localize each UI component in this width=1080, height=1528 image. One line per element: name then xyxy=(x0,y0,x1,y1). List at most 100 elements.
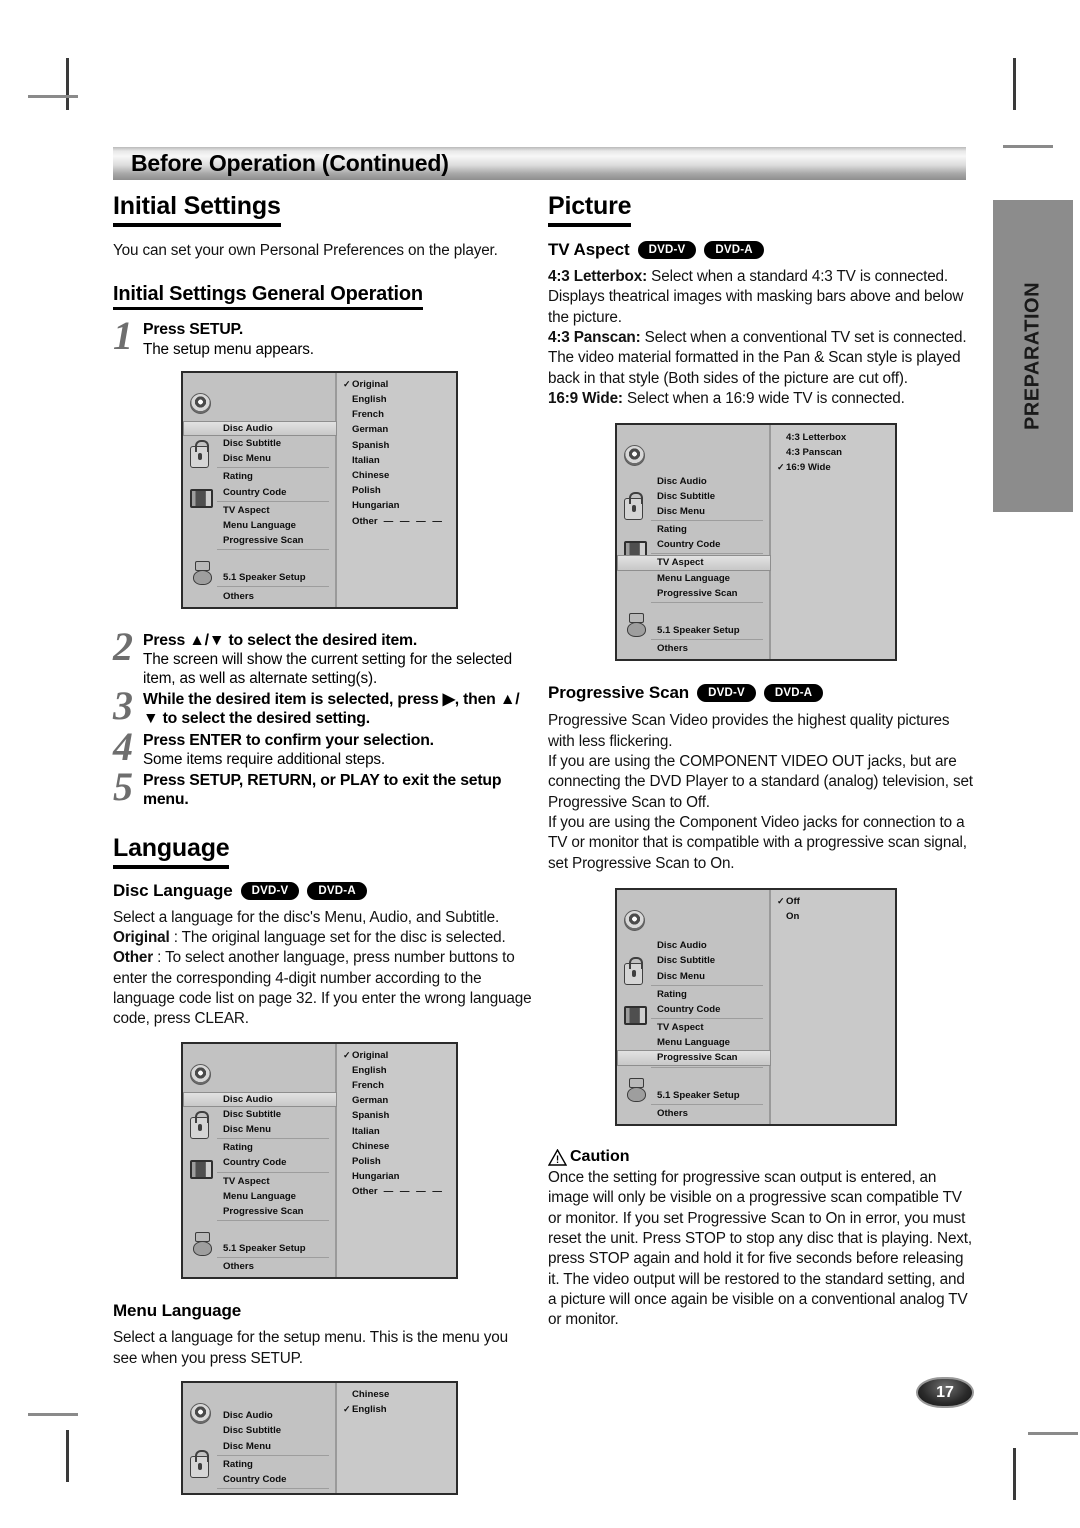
osd-item-country-code[interactable]: Country Code xyxy=(183,484,335,499)
osd-item-country-code[interactable]: Country Code xyxy=(617,1002,769,1017)
osd-item-tv-aspect[interactable]: TV Aspect xyxy=(183,503,335,518)
osd-item-progressive-scan[interactable]: Progressive Scan xyxy=(617,586,769,601)
osd-item-disc-subtitle[interactable]: Disc Subtitle xyxy=(617,953,769,968)
crop-mark-bottom-left-vertical xyxy=(66,1430,69,1482)
osd-item-others[interactable]: Others xyxy=(617,1106,769,1121)
step-3: 3 While the desired item is selected, pr… xyxy=(113,686,533,729)
heading-menu-language: Menu Language xyxy=(113,1301,242,1321)
osd-item-country-code[interactable]: Country Code xyxy=(183,1472,335,1487)
osd-menu-list: Disc Audio Disc Subtitle Disc Menu Ratin… xyxy=(617,425,771,660)
check-icon: ✓ xyxy=(777,461,785,472)
osd-menu-list: Disc Audio Disc Subtitle Disc Menu Ratin… xyxy=(617,890,771,1124)
osd-item-rating[interactable]: Rating xyxy=(617,522,769,537)
osd-item-country-code[interactable]: Country Code xyxy=(617,537,769,552)
osd-item-speaker-setup[interactable]: 5.1 Speaker Setup xyxy=(617,1088,769,1103)
osd-option: French xyxy=(352,409,384,421)
osd-item-rating[interactable]: Rating xyxy=(183,1457,335,1472)
caution-block: Caution Once the setting for progressive… xyxy=(547,1147,976,1331)
osd-option: Chinese xyxy=(352,1140,390,1152)
osd-item-disc-menu[interactable]: Disc Menu xyxy=(183,1122,335,1137)
osd-item-tv-aspect[interactable]: TV Aspect xyxy=(617,1020,769,1035)
progressive-scan-body: Progressive Scan Video provides the high… xyxy=(548,712,973,872)
osd-option: Polish xyxy=(352,1155,381,1167)
other-label: Other xyxy=(113,949,154,967)
disc-icon xyxy=(624,910,645,932)
check-icon: ✓ xyxy=(343,1049,351,1060)
osd-item-rating[interactable]: Rating xyxy=(183,1140,335,1155)
step-1-heading: Press SETUP. xyxy=(143,321,244,339)
step-1-number: 1 xyxy=(113,313,133,359)
caution-body: Once the setting for progressive scan ou… xyxy=(548,1168,973,1329)
tv-aspect-wide: 16:9 Wide: Select when a 16:9 wide TV is… xyxy=(548,389,976,409)
osd-option: Chinese xyxy=(352,469,390,481)
osd-item-menu-language[interactable]: Menu Language xyxy=(183,518,335,533)
heading-initial-settings: Initial Settings xyxy=(113,192,281,227)
osd-item-speaker-setup[interactable]: 5.1 Speaker Setup xyxy=(183,570,335,585)
heading-language: Language xyxy=(113,834,230,869)
osd-item-rating[interactable]: Rating xyxy=(617,987,769,1002)
osd-item-progressive-scan[interactable]: Progressive Scan xyxy=(183,533,335,548)
osd-item-country-code[interactable]: Country Code xyxy=(183,1155,335,1170)
osd-item-speaker-setup[interactable]: 5.1 Speaker Setup xyxy=(183,1241,335,1256)
osd-option: Polish xyxy=(352,485,381,497)
osd-item-tv-aspect[interactable]: TV Aspect xyxy=(617,555,771,571)
osd-menu-list: Disc Audio Disc Subtitle Disc Menu Ratin… xyxy=(183,372,337,607)
osd-item-menu-language[interactable]: Menu Language xyxy=(617,1035,769,1050)
osd-item-disc-audio[interactable]: Disc Audio xyxy=(617,938,769,953)
osd-item-disc-audio[interactable]: Disc Audio xyxy=(617,473,769,488)
warning-triangle-icon xyxy=(547,1148,568,1166)
step-4-number: 4 xyxy=(113,723,133,769)
osd-item-others[interactable]: Others xyxy=(617,641,769,656)
side-tab-label: PREPARATION xyxy=(1021,281,1044,431)
osd-menu-list: Disc Audio Disc Subtitle Disc Menu Ratin… xyxy=(183,1043,337,1278)
osd-item-disc-menu[interactable]: Disc Menu xyxy=(617,504,769,519)
osd-item-menu-language[interactable]: Menu Language xyxy=(617,571,769,586)
osd-item-speaker-setup[interactable]: 5.1 Speaker Setup xyxy=(617,623,769,638)
osd-item-disc-subtitle[interactable]: Disc Subtitle xyxy=(183,1423,335,1438)
crop-mark-bottom-left-horizontal xyxy=(28,1413,78,1416)
page-number-badge: 17 xyxy=(916,1377,974,1408)
osd-item-disc-subtitle[interactable]: Disc Subtitle xyxy=(183,1107,335,1122)
osd-item-disc-audio[interactable]: Disc Audio xyxy=(183,1408,335,1423)
osd-option: English xyxy=(352,1064,387,1076)
osd-item-menu-language[interactable]: Menu Language xyxy=(183,1189,335,1204)
osd-divider xyxy=(217,549,329,551)
osd-item-progressive-scan[interactable]: Progressive Scan xyxy=(183,1204,335,1219)
osd-item-tv-aspect[interactable]: TV Aspect xyxy=(183,1174,335,1189)
crop-mark-top-left-horizontal xyxy=(28,95,78,98)
osd-option: Other — — — — xyxy=(352,515,444,527)
osd-option: ✓ 16:9 Wide xyxy=(777,461,831,473)
osd-item-disc-subtitle[interactable]: Disc Subtitle xyxy=(617,489,769,504)
osd-item-disc-menu[interactable]: Disc Menu xyxy=(617,968,769,983)
tv-aspect-letterbox: 4:3 Letterbox: Select when a standard 4:… xyxy=(548,267,976,328)
osd-item-disc-audio[interactable]: Disc Audio xyxy=(183,420,337,436)
osd-item-others[interactable]: Others xyxy=(183,588,335,603)
disc-language-label: Disc Language xyxy=(113,880,233,900)
osd-item-disc-menu[interactable]: Disc Menu xyxy=(183,1439,335,1454)
page-number: 17 xyxy=(936,1383,954,1401)
osd-option: Chinese xyxy=(352,1389,390,1401)
manual-page: Before Operation (Continued) PREPARATION… xyxy=(0,0,1080,1528)
osd-item-progressive-scan[interactable]: Progressive Scan xyxy=(617,1050,771,1066)
osd-option: Other — — — — xyxy=(352,1186,444,1198)
osd-divider xyxy=(217,500,329,502)
left-column: Initial Settings You can set your own Pe… xyxy=(113,192,533,1496)
caution-label: Caution xyxy=(570,1147,630,1165)
osd-item-disc-menu[interactable]: Disc Menu xyxy=(183,451,335,466)
osd-item-disc-audio[interactable]: Disc Audio xyxy=(183,1091,337,1107)
right-column: Picture TV Aspect DVD-V DVD-A 4:3 Letter… xyxy=(547,192,976,1331)
step-5-heading: Press SETUP, RETURN, or PLAY to exit the… xyxy=(143,771,502,809)
check-icon: ✓ xyxy=(343,378,351,389)
osd-option: ✓ Original xyxy=(343,1049,389,1061)
side-tab-preparation: PREPARATION xyxy=(993,200,1073,512)
osd-option-list: ✓ Original English French German Spanish … xyxy=(335,372,456,607)
crop-mark-top-left-vertical xyxy=(66,58,69,110)
osd-item-disc-subtitle[interactable]: Disc Subtitle xyxy=(183,436,335,451)
osd-item-others[interactable]: Others xyxy=(183,1259,335,1274)
osd-item-tv-aspect[interactable]: TV Aspect xyxy=(183,1490,335,1493)
osd-option: 4:3 Panscan xyxy=(786,446,842,458)
check-icon: ✓ xyxy=(343,1404,351,1415)
osd-item-rating[interactable]: Rating xyxy=(183,469,335,484)
heading-general-operation: Initial Settings General Operation xyxy=(113,283,423,311)
letterbox-label: 4:3 Letterbox: xyxy=(548,268,648,285)
